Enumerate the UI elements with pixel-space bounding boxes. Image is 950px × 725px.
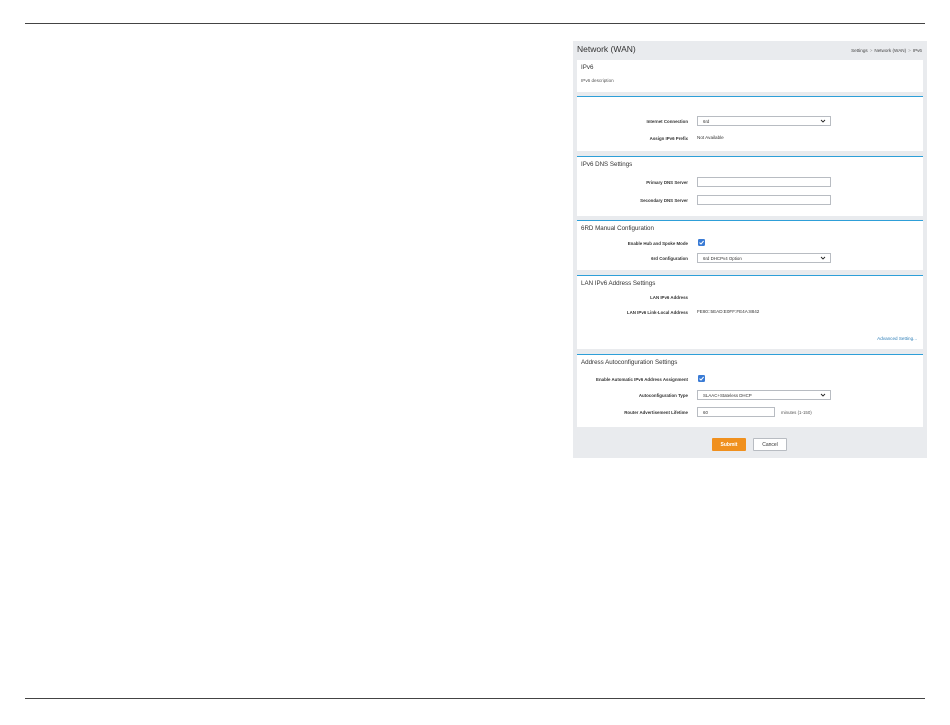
ra-lifetime-hint: minutes (1-150) [781, 410, 812, 415]
breadcrumb: Settings > Network (WAN) > IPv6 [851, 48, 922, 53]
sixrd-config-card: 6RD Manual Configuration Enable Hub and … [577, 220, 923, 270]
sixrd-section-title: 6RD Manual Configuration [581, 225, 654, 232]
chevron-down-icon [820, 256, 826, 260]
settings-panel: Network (WAN) Settings > Network (WAN) > IPv… [573, 41, 927, 458]
breadcrumb-network-wan[interactable]: Network (WAN) [874, 48, 906, 53]
lan-ipv6-card: LAN IPv6 Address Settings LAN IPv6 Addre… [577, 275, 923, 349]
sixrd-config-select[interactable]: 6rd DHCPv4 Option [697, 253, 831, 263]
autoconfig-type-label: Autoconfiguration Type [638, 393, 688, 398]
link-local-label: LAN IPv6 Link-Local Address [626, 310, 688, 315]
ra-lifetime-input[interactable]: 60 [697, 407, 775, 417]
sixrd-config-value: 6rd DHCPv4 Option [703, 256, 742, 261]
hub-spoke-checkbox[interactable] [698, 239, 705, 246]
sixrd-config-label: 6rd Configuration [651, 256, 688, 261]
link-local-value: FE80::5EAD:E0FF:FE4A:8842 [697, 309, 760, 314]
ra-lifetime-label: Router Advertisement Lifetime [624, 410, 688, 415]
ipv6-description: IPv6 description [581, 78, 614, 83]
cancel-button[interactable]: Cancel [753, 438, 787, 451]
autoconfig-card: Address Autoconfiguration Settings Enabl… [577, 354, 923, 427]
secondary-dns-label: Secondary DNS Server [640, 198, 688, 203]
secondary-dns-input[interactable] [697, 195, 831, 205]
submit-button[interactable]: Submit [712, 438, 746, 451]
lan-section-title: LAN IPv6 Address Settings [581, 280, 656, 287]
internet-connection-select[interactable]: 6rd [697, 116, 831, 126]
checkmark-icon [699, 240, 704, 245]
internet-connection-label: Internet Connection [646, 119, 688, 124]
panel-header: Network (WAN) Settings > Network (WAN) > IPv… [573, 41, 927, 60]
autoconfig-section-title: Address Autoconfiguration Settings [581, 359, 678, 366]
hub-spoke-label: Enable Hub and Spoke Mode [627, 241, 688, 246]
dns-settings-card: IPv6 DNS Settings Primary DNS Server Sec… [577, 156, 923, 216]
breadcrumb-separator: > [869, 48, 873, 53]
auto-assign-checkbox[interactable] [698, 375, 705, 382]
chevron-down-icon [820, 393, 826, 397]
autoconfig-type-value: SLAAC+Stateless DHCP [703, 393, 752, 398]
assign-prefix-label: Assign IPv6 Prefix [649, 136, 688, 141]
bottom-divider [25, 698, 925, 699]
checkmark-icon [699, 376, 704, 381]
ipv6-section-title: IPv6 [581, 64, 594, 71]
breadcrumb-settings[interactable]: Settings [851, 48, 868, 53]
chevron-down-icon [820, 119, 826, 123]
ipv6-info-card: IPv6 IPv6 description [577, 60, 923, 92]
lan-address-label: LAN IPv6 Address [650, 295, 688, 300]
primary-dns-input[interactable] [697, 177, 831, 187]
primary-dns-label: Primary DNS Server [646, 180, 688, 185]
assign-prefix-value: Not Available [697, 135, 724, 140]
auto-assign-label: Enable Automatic IPv6 Address Assignment [596, 377, 688, 382]
top-divider [25, 23, 925, 24]
internet-connection-value: 6rd [703, 119, 710, 124]
dns-section-title: IPv6 DNS Settings [581, 161, 633, 168]
breadcrumb-separator: > [908, 48, 911, 53]
connection-card: Internet Connection 6rd Assign IPv6 Pref… [577, 96, 923, 151]
advanced-setting-link[interactable]: Advanced Setting... [877, 336, 917, 341]
breadcrumb-ipv6: IPv6 [912, 48, 922, 53]
ra-lifetime-value: 60 [703, 410, 708, 415]
page-title: Network (WAN) [577, 44, 636, 54]
autoconfig-type-select[interactable]: SLAAC+Stateless DHCP [697, 390, 831, 400]
